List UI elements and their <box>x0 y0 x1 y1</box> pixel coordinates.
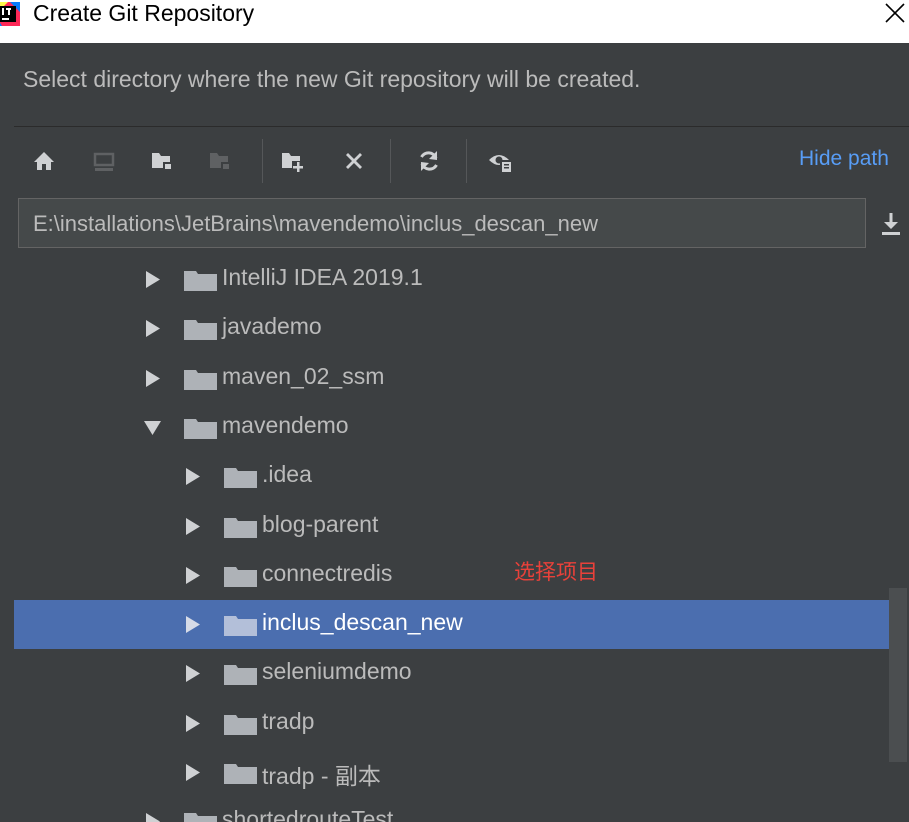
show-hidden-files-icon[interactable] <box>488 149 512 173</box>
tree-row[interactable]: connectredis <box>14 551 890 600</box>
tree-row-label: blog-parent <box>262 510 379 537</box>
tree-expanded-arrow-icon[interactable] <box>144 419 161 436</box>
tree-row-label: javademo <box>222 313 322 340</box>
directory-tree[interactable]: IntelliJ IDEA 2019.1 javademo maven_02_ssm… <box>14 262 909 822</box>
project-folder-icon[interactable] <box>150 149 174 173</box>
tree-row-label: tradp - 副本 <box>262 763 381 789</box>
tree-row[interactable]: javademo <box>14 304 890 353</box>
tree-row-label: connectredis <box>262 559 393 586</box>
folder-icon <box>224 764 257 784</box>
tree-row[interactable]: blog-parent <box>14 502 890 551</box>
folder-icon <box>224 517 257 538</box>
tree-row[interactable]: mavendemo <box>14 403 890 452</box>
module-folder-icon <box>210 153 230 170</box>
tree-collapsed-arrow-icon[interactable] <box>144 813 161 822</box>
toolbar-separator <box>262 139 263 183</box>
tree-collapsed-arrow-icon[interactable] <box>144 369 161 387</box>
dialog-message: Select directory where the new Git repos… <box>23 66 641 92</box>
tree-row-label: .idea <box>262 461 312 488</box>
path-input-value: E:\installations\JetBrains\mavendemo\inc… <box>33 211 598 236</box>
tree-collapsed-arrow-icon[interactable] <box>184 517 201 535</box>
tree-row[interactable]: inclus_descan_new <box>14 600 890 650</box>
new-folder-icon[interactable] <box>280 149 304 173</box>
tree-collapsed-arrow-icon[interactable] <box>144 271 161 288</box>
tree-row-label: shortedrouteTest <box>222 806 394 822</box>
toolbar-separator <box>390 139 391 183</box>
desktop-icon <box>93 152 115 171</box>
tree-scrollbar[interactable] <box>889 588 907 762</box>
path-input[interactable]: E:\installations\JetBrains\mavendemo\inc… <box>18 198 866 248</box>
tree-row-label: seleniumdemo <box>262 658 412 685</box>
tree-collapsed-arrow-icon[interactable] <box>144 320 161 338</box>
tree-row-label: IntelliJ IDEA 2019.1 <box>222 264 423 290</box>
tree-row[interactable]: IntelliJ IDEA 2019.1 <box>14 262 890 304</box>
tree-row[interactable]: maven_02_ssm <box>14 354 890 403</box>
folder-icon <box>224 714 257 735</box>
title-bar: Create Git Repository <box>0 0 909 43</box>
tree-collapsed-arrow-icon[interactable] <box>184 714 201 732</box>
toolbar-separator <box>466 139 467 183</box>
home-icon[interactable] <box>32 149 56 173</box>
folder-icon <box>224 468 257 489</box>
file-chooser-toolbar: Hide path <box>0 135 909 187</box>
intellij-app-icon <box>0 2 20 26</box>
tree-row-label: inclus_descan_new <box>262 609 463 636</box>
tree-row[interactable]: .idea <box>14 452 890 501</box>
annotation-text: 选择项目 <box>514 561 598 584</box>
tree-collapsed-arrow-icon[interactable] <box>184 616 201 634</box>
tree-row[interactable]: seleniumdemo <box>14 649 890 698</box>
tree-row[interactable]: shortedrouteTest <box>14 797 890 822</box>
header-divider <box>14 126 909 127</box>
tree-collapsed-arrow-icon[interactable] <box>184 665 201 683</box>
refresh-icon[interactable] <box>417 149 441 173</box>
window-title: Create Git Repository <box>33 0 255 26</box>
folder-icon <box>184 813 217 822</box>
download-icon[interactable] <box>876 208 906 240</box>
close-icon[interactable] <box>884 2 906 24</box>
folder-icon <box>184 320 217 341</box>
tree-collapsed-arrow-icon[interactable] <box>184 468 201 486</box>
tree-row[interactable]: tradp <box>14 699 890 748</box>
folder-icon <box>184 418 217 439</box>
tree-row-label: tradp <box>262 707 315 734</box>
folder-icon <box>224 616 257 637</box>
folder-icon <box>184 271 217 291</box>
tree-row-label: mavendemo <box>222 411 349 438</box>
hide-path-link[interactable]: Hide path <box>799 147 889 171</box>
delete-icon[interactable] <box>342 149 366 173</box>
folder-icon <box>224 566 257 587</box>
folder-icon <box>224 665 257 686</box>
folder-icon <box>184 369 217 390</box>
tree-collapsed-arrow-icon[interactable] <box>184 566 201 584</box>
tree-row[interactable]: tradp - 副本 <box>14 748 890 797</box>
tree-collapsed-arrow-icon[interactable] <box>184 764 201 781</box>
tree-row-label: maven_02_ssm <box>222 362 385 389</box>
